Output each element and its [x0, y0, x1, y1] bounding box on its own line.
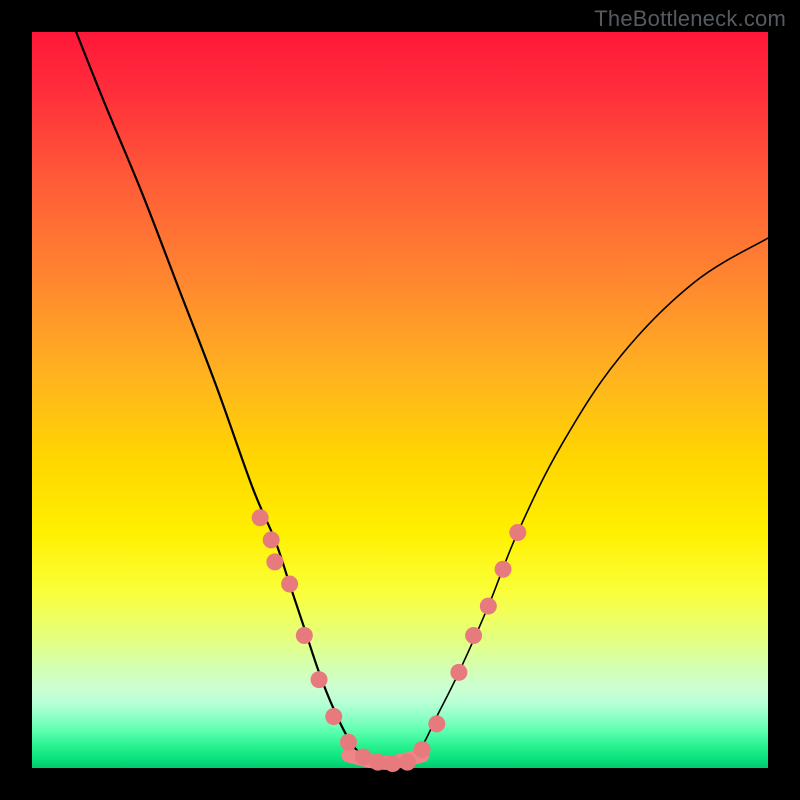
highlight-dot: [480, 598, 497, 615]
highlight-dot: [509, 524, 526, 541]
highlight-dot: [369, 754, 386, 771]
highlight-dot: [399, 754, 416, 771]
highlight-dot: [252, 509, 269, 526]
highlight-dot: [495, 561, 512, 578]
highlight-dot: [281, 576, 298, 593]
highlight-dot: [311, 671, 328, 688]
highlight-dot: [414, 741, 431, 758]
highlight-dot: [296, 627, 313, 644]
highlight-dot: [355, 748, 372, 765]
highlight-dot: [263, 531, 280, 548]
highlight-dot: [428, 715, 445, 732]
plot-area: [32, 32, 768, 768]
attribution-text: TheBottleneck.com: [594, 6, 786, 32]
curve-layer: [32, 32, 768, 768]
curve-right: [378, 238, 768, 765]
highlight-dot: [465, 627, 482, 644]
highlight-dot: [340, 734, 357, 751]
highlight-dots: [252, 509, 527, 772]
highlight-dot: [266, 553, 283, 570]
curve-left: [76, 32, 378, 764]
highlight-dot: [450, 664, 467, 681]
highlight-dot: [384, 755, 401, 772]
highlight-dot: [325, 708, 342, 725]
chart-stage: TheBottleneck.com: [0, 0, 800, 800]
